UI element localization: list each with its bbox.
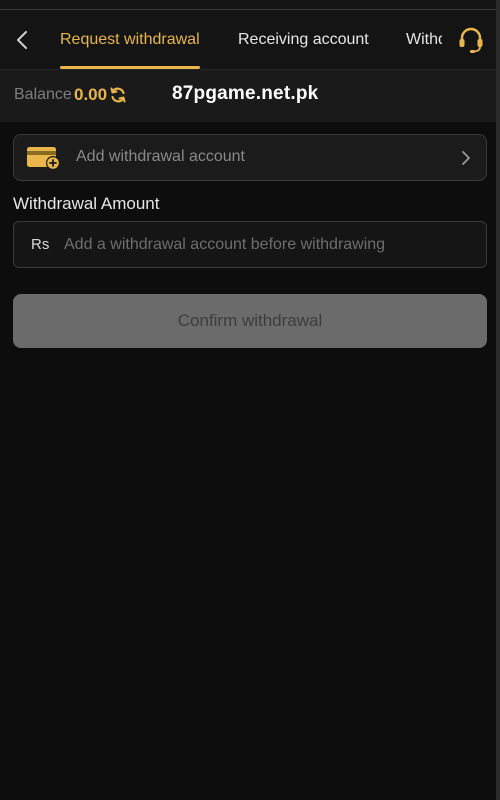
withdrawal-amount-input[interactable] [64, 222, 474, 267]
balance-row: Balance 0.00 87pgame.net.pk [0, 70, 496, 122]
top-divider [0, 0, 496, 10]
refresh-icon[interactable] [109, 86, 127, 104]
tab-request-withdrawal[interactable]: Request withdrawal [60, 10, 200, 69]
tab-bar: Request withdrawal Receiving account Wit… [0, 10, 496, 70]
withdrawal-amount-field: Rs [13, 221, 487, 268]
active-tab-indicator [60, 66, 200, 69]
watermark-text: 87pgame.net.pk [172, 83, 319, 104]
withdrawal-screen: Request withdrawal Receiving account Wit… [0, 0, 500, 800]
tab-receiving-account[interactable]: Receiving account [238, 10, 369, 69]
confirm-withdrawal-button[interactable]: Confirm withdrawal [13, 294, 487, 348]
balance-value: 0.00 [74, 85, 108, 104]
support-button[interactable] [446, 10, 496, 69]
chevron-left-icon [17, 31, 27, 49]
back-button[interactable] [8, 24, 36, 56]
balance-label: Balance [14, 86, 72, 103]
scrollbar-track [496, 0, 500, 800]
chevron-right-icon [462, 151, 470, 165]
tab-withdrawal-records[interactable]: Withdrawal records [406, 10, 442, 69]
add-card-icon [27, 147, 60, 170]
withdrawal-amount-title: Withdrawal Amount [13, 194, 160, 213]
add-withdrawal-account-button[interactable]: Add withdrawal account [13, 134, 487, 181]
headset-icon [459, 27, 483, 53]
currency-label: Rs [31, 236, 50, 253]
add-account-label: Add withdrawal account [76, 148, 245, 165]
